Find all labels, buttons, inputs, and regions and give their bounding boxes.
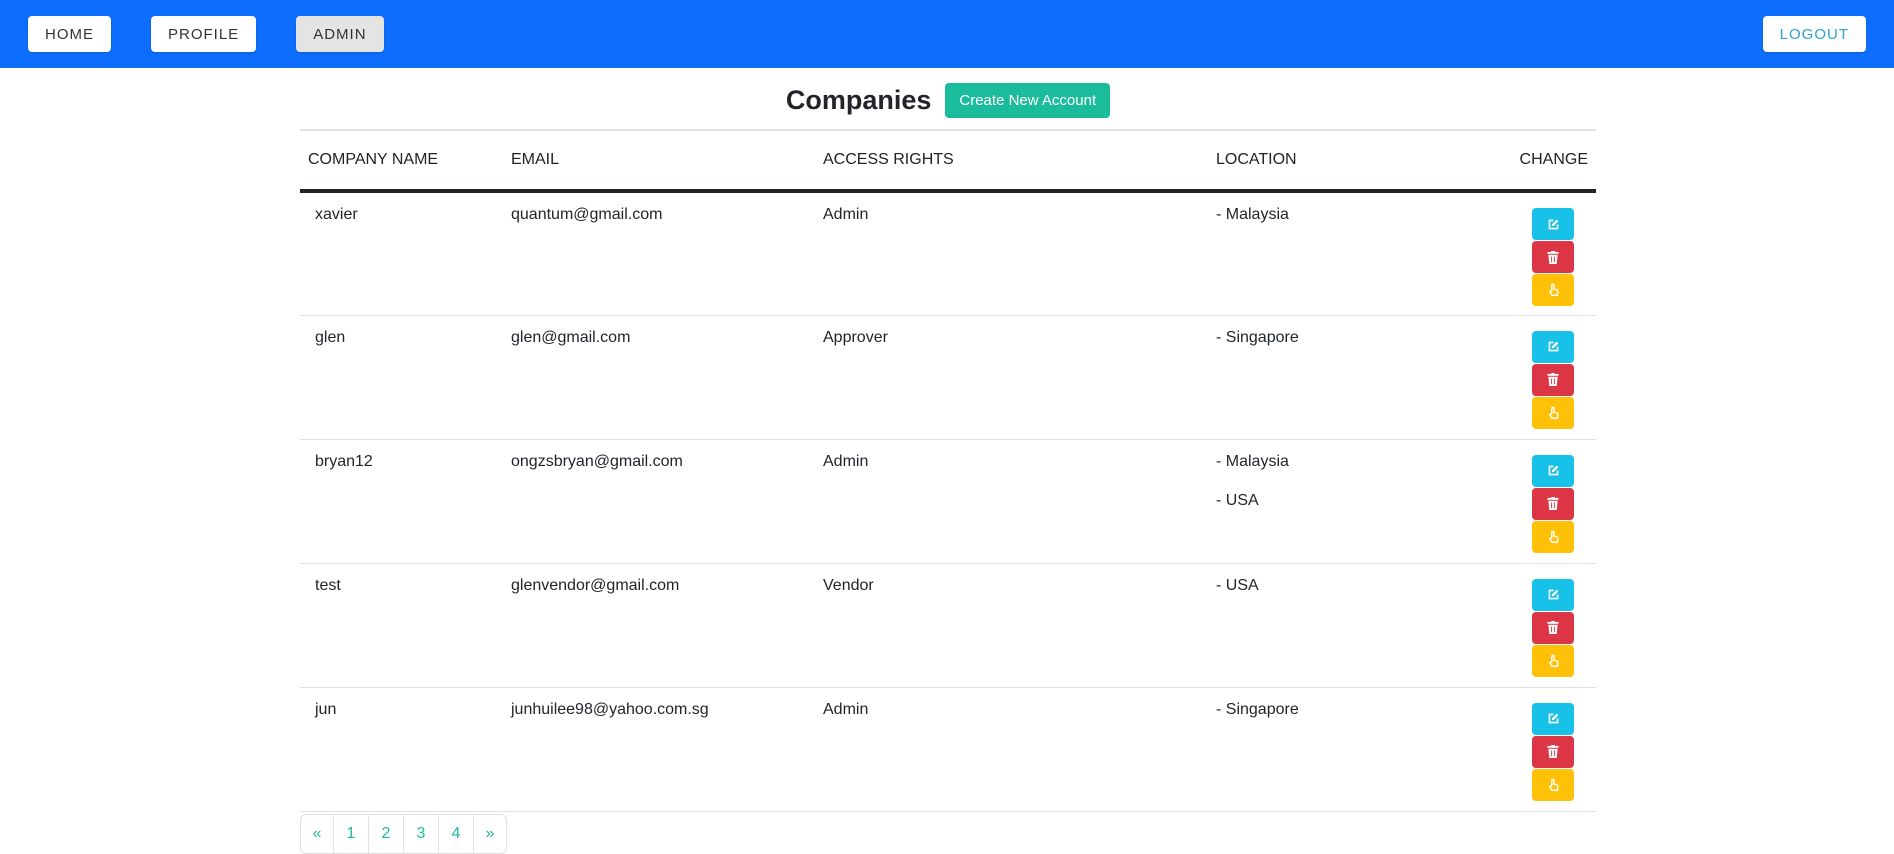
trash-icon [1547,621,1559,634]
company-name-cell: test [300,563,503,688]
header-company-name: COMPANY NAME [300,131,503,193]
action-buttons [1532,702,1574,801]
location-item: - Singapore [1216,700,1299,718]
pointer-hand-icon [1547,405,1560,420]
change-cell [1417,687,1596,812]
table-row: jun junhuilee98@yahoo.com.sg Admin - Singap… [300,687,1596,812]
select-button[interactable] [1532,396,1574,429]
delete-button[interactable] [1532,611,1574,644]
edit-icon [1547,712,1560,725]
delete-button[interactable] [1532,363,1574,396]
companies-table: COMPANY NAME EMAIL ACCESS RIGHTS LOCATIO… [300,131,1596,812]
delete-button[interactable] [1532,487,1574,520]
change-cell [1417,563,1596,688]
access-rights-cell: Approver [815,315,1208,440]
action-buttons [1532,454,1574,553]
pointer-hand-icon [1547,529,1560,544]
delete-button[interactable] [1532,735,1574,768]
title-row: Companies Create New Account [300,68,1596,131]
home-button[interactable]: HOME [28,16,111,52]
logout-button[interactable]: LOGOUT [1762,16,1866,52]
pagination-page-4[interactable]: 4 [439,814,474,853]
change-cell [1417,191,1596,316]
location-cell: - Malaysia - USA [1208,439,1418,564]
company-name-cell: glen [300,315,503,440]
location-cell: - Malaysia [1208,191,1418,316]
location-item: - USA [1216,491,1259,509]
edit-button[interactable] [1532,702,1574,735]
table-row: glen glen@gmail.com Approver - Singapore [300,315,1596,440]
page-title: Companies [785,85,932,115]
pointer-hand-icon [1547,283,1560,297]
header-change: CHANGE [1417,131,1596,193]
change-cell [1417,439,1596,564]
pagination-next[interactable]: » [474,815,506,853]
email-cell: glen@gmail.com [503,315,815,440]
action-buttons [1532,330,1574,429]
company-name-cell: bryan12 [300,439,503,564]
table-header-row: COMPANY NAME EMAIL ACCESS RIGHTS LOCATIO… [300,131,1596,193]
header-location: LOCATION [1208,131,1418,193]
access-rights-cell: Admin [815,439,1208,564]
company-name-cell: jun [300,687,503,812]
edit-button[interactable] [1532,208,1574,240]
pagination-page-2[interactable]: 2 [369,814,404,853]
create-account-button[interactable]: Create New Account [945,83,1111,118]
access-rights-cell: Vendor [815,563,1208,688]
header-access-rights: ACCESS RIGHTS [815,131,1208,193]
table-body: xavier quantum@gmail.com Admin - Malaysia gl… [300,191,1596,812]
header-email: EMAIL [503,131,815,193]
email-cell: quantum@gmail.com [503,191,815,316]
edit-button[interactable] [1532,578,1574,611]
edit-icon [1547,218,1560,231]
trash-icon [1547,745,1559,758]
admin-button[interactable]: ADMIN [296,16,384,52]
edit-button[interactable] [1532,454,1574,487]
location-item: - Malaysia [1216,452,1289,470]
action-buttons [1532,578,1574,677]
select-button[interactable] [1532,644,1574,677]
email-cell: junhuilee98@yahoo.com.sg [503,687,815,812]
location-item: - USA [1216,576,1259,594]
email-cell: ongzsbryan@gmail.com [503,439,815,564]
edit-button[interactable] [1532,330,1574,363]
delete-button[interactable] [1532,241,1574,273]
change-cell [1417,315,1596,440]
location-cell: - Singapore [1208,687,1418,812]
email-cell: glenvendor@gmail.com [503,563,815,688]
nav-links: HOME PROFILE ADMIN [28,16,384,52]
main-content: Companies Create New Account COMPANY NAM… [300,68,1596,854]
trash-icon [1547,497,1559,510]
pagination-page-1[interactable]: 1 [334,814,369,853]
top-navbar: HOME PROFILE ADMIN LOGOUT [0,0,1894,68]
pagination: «1 2 3 4» [300,813,507,854]
pagination-prev[interactable]: « [301,814,334,853]
profile-button[interactable]: PROFILE [151,16,257,52]
table-row: xavier quantum@gmail.com Admin - Malaysia [300,191,1596,316]
trash-icon [1547,250,1559,264]
action-buttons [1532,208,1574,306]
edit-icon [1547,588,1560,601]
select-button[interactable] [1532,768,1574,801]
table-row: bryan12 ongzsbryan@gmail.com Admin - Malays… [300,439,1596,564]
select-button[interactable] [1532,520,1574,553]
access-rights-cell: Admin [815,687,1208,812]
table-row: test glenvendor@gmail.com Vendor - USA [300,563,1596,688]
location-cell: - Singapore [1208,315,1418,440]
location-cell: - USA [1208,563,1418,688]
pagination-page-3[interactable]: 3 [404,814,439,853]
location-item: - Singapore [1216,328,1299,346]
location-item: - Malaysia [1216,206,1289,223]
trash-icon [1547,373,1559,386]
access-rights-cell: Admin [815,191,1208,316]
pointer-hand-icon [1547,777,1560,792]
edit-icon [1547,340,1560,353]
edit-icon [1547,464,1560,477]
pointer-hand-icon [1547,653,1560,668]
company-name-cell: xavier [300,191,503,316]
select-button[interactable] [1532,274,1574,306]
